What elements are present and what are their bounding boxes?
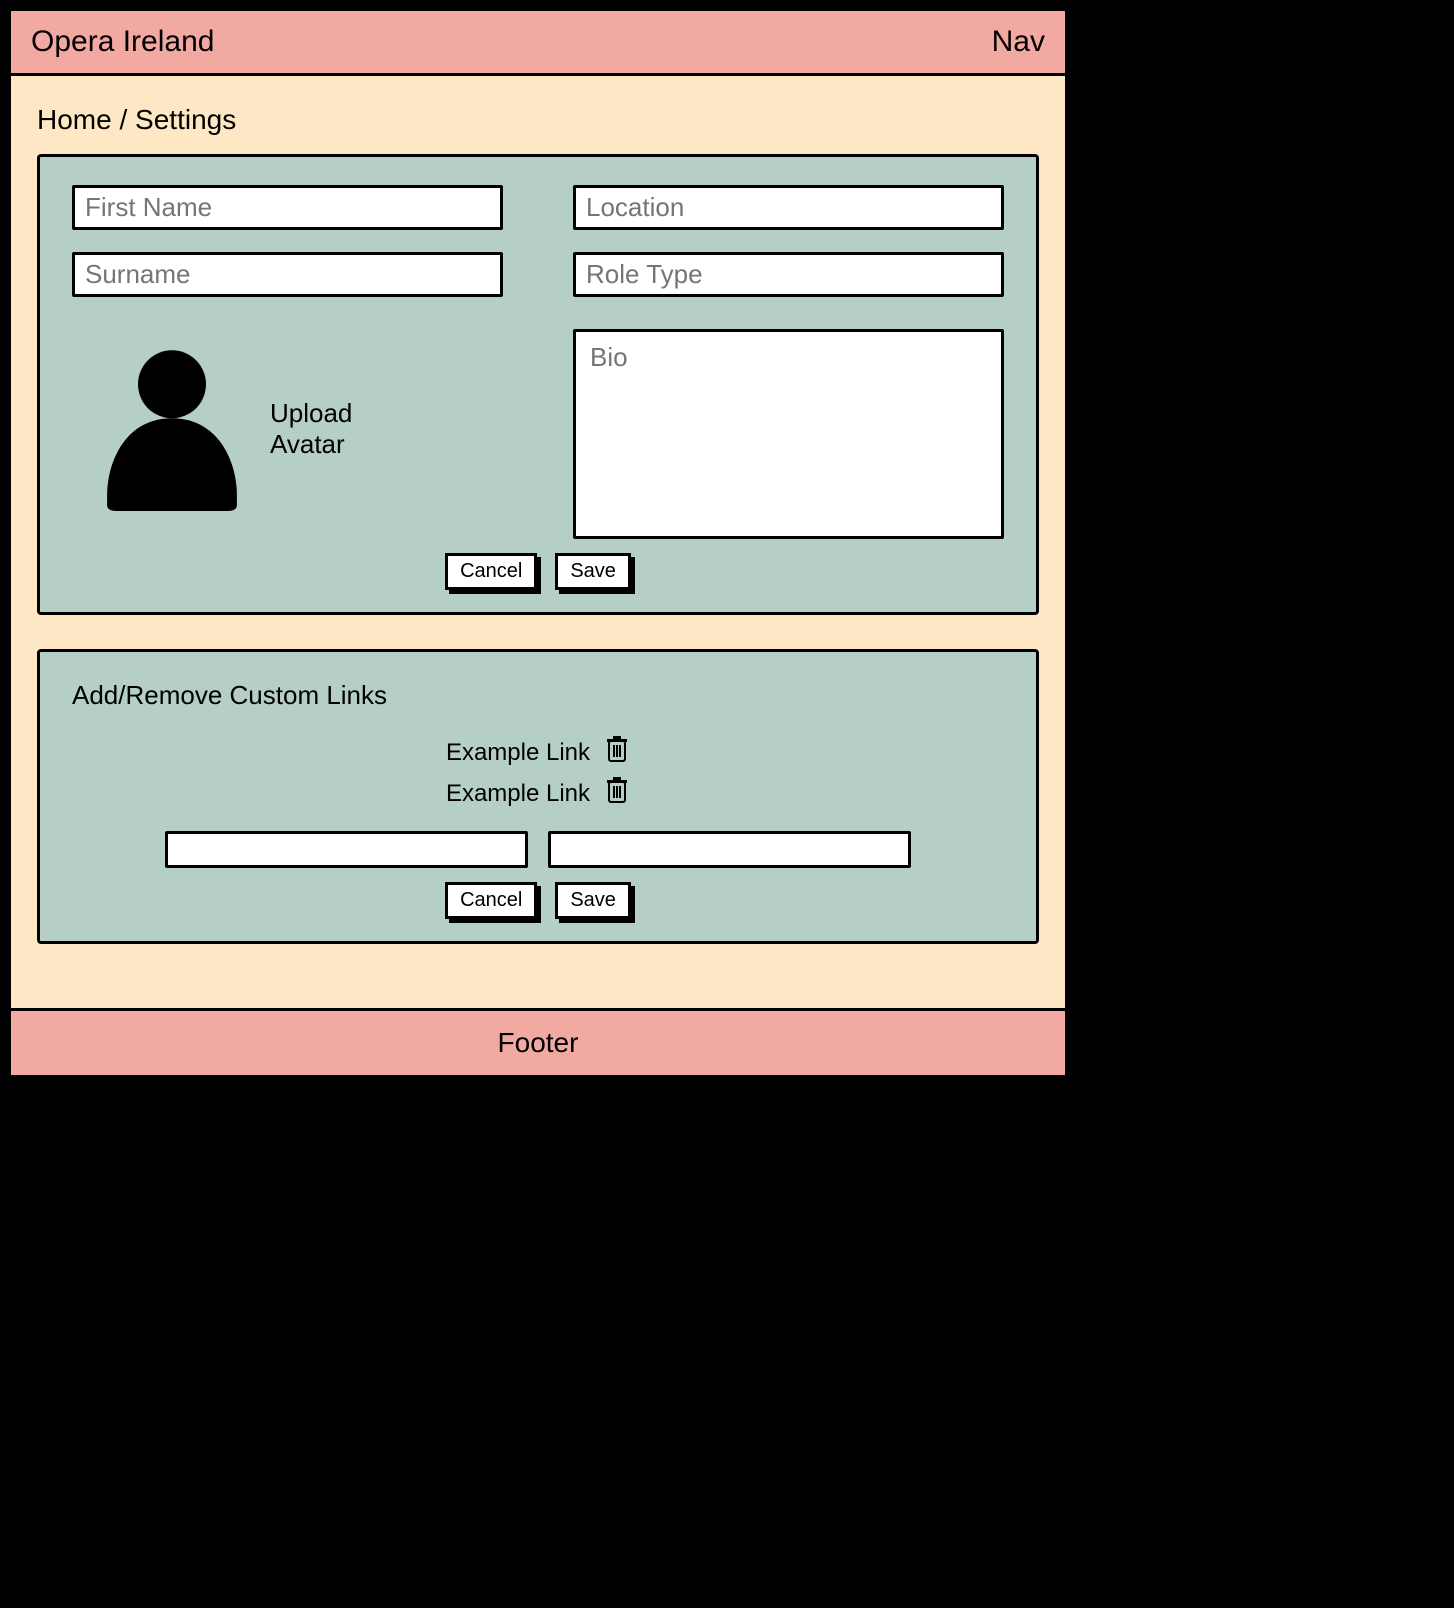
- link-item: Example Link: [446, 735, 630, 770]
- breadcrumb: Home / Settings: [37, 104, 1039, 136]
- links-cancel-button[interactable]: Cancel: [445, 882, 537, 919]
- bio-field[interactable]: [573, 329, 1004, 539]
- nav-link[interactable]: Nav: [992, 25, 1045, 59]
- link-label[interactable]: Example Link: [446, 739, 590, 767]
- link-name-input[interactable]: [165, 831, 528, 868]
- footer: Footer: [11, 1008, 1065, 1075]
- profile-save-button[interactable]: Save: [555, 553, 631, 590]
- profile-cancel-button[interactable]: Cancel: [445, 553, 537, 590]
- trash-icon[interactable]: [604, 735, 630, 770]
- link-label[interactable]: Example Link: [446, 780, 590, 808]
- content-area: Home / Settings Upload Avatar: [11, 76, 1065, 1008]
- avatar-icon: [92, 341, 252, 517]
- links-save-button[interactable]: Save: [555, 882, 631, 919]
- app-window: Opera Ireland Nav Home / Settings: [8, 8, 1068, 1078]
- links-panel: Add/Remove Custom Links Example Link: [37, 649, 1039, 944]
- breadcrumb-sep: /: [112, 104, 135, 135]
- breadcrumb-home[interactable]: Home: [37, 104, 112, 135]
- link-list: Example Link Example Link: [72, 735, 1004, 811]
- avatar-upload[interactable]: Upload Avatar: [72, 319, 503, 539]
- surname-field[interactable]: [72, 252, 503, 297]
- link-item: Example Link: [446, 776, 630, 811]
- footer-label: Footer: [498, 1027, 579, 1058]
- links-panel-title: Add/Remove Custom Links: [72, 680, 1004, 711]
- profile-panel: Upload Avatar Cancel Save: [37, 154, 1039, 615]
- trash-icon[interactable]: [604, 776, 630, 811]
- role-type-field[interactable]: [573, 252, 1004, 297]
- header: Opera Ireland Nav: [11, 11, 1065, 76]
- first-name-field[interactable]: [72, 185, 503, 230]
- upload-avatar-label: Upload Avatar: [270, 398, 400, 460]
- location-field[interactable]: [573, 185, 1004, 230]
- link-url-input[interactable]: [548, 831, 911, 868]
- app-title: Opera Ireland: [31, 25, 214, 59]
- breadcrumb-current: Settings: [135, 104, 236, 135]
